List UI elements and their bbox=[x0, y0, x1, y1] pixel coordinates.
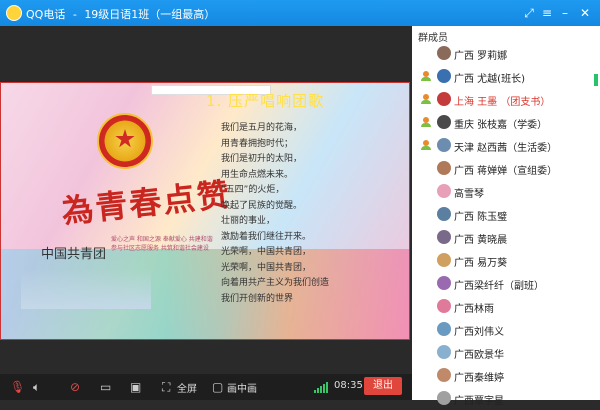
user-camera-icon bbox=[421, 71, 432, 81]
app-name: QQ电话 bbox=[26, 8, 66, 21]
camera-off-icon[interactable]: ⊘ bbox=[70, 379, 80, 395]
picture-in-picture-button[interactable]: 画中画 bbox=[227, 380, 257, 395]
signal-strength-icon bbox=[314, 381, 330, 393]
avatar bbox=[437, 230, 451, 244]
avatar bbox=[437, 276, 451, 290]
avatar bbox=[437, 69, 451, 83]
presenter-icon[interactable]: ▣ bbox=[130, 379, 141, 395]
member-name: 广西 陈玉璧 bbox=[454, 212, 508, 223]
slide-calligraphy: 為青春点赞 bbox=[59, 175, 233, 231]
screen-share-icon[interactable]: ▭ bbox=[100, 379, 111, 395]
avatar bbox=[437, 138, 451, 152]
member-name: 广西 罗莉娜 bbox=[454, 51, 508, 62]
shared-screen-slide: 1. 压严唱响团歌 為青春点赞 中国共青团 爱心之声 和国之源 奉献爱心 共建和… bbox=[0, 82, 410, 340]
member-row[interactable]: 高雪琴 bbox=[412, 180, 600, 203]
member-name: 天津 赵西茜（生活委） bbox=[454, 143, 558, 154]
group-members-panel: 群成员 广西 罗莉娜 广西 尤越(班长) 上海 王墨 （团支书） 重庆 张枝嘉（学委）… bbox=[412, 26, 600, 407]
slide-headline: 1. 压严唱响团歌 bbox=[206, 92, 325, 110]
poem-line: “五四”的火炬， bbox=[221, 185, 285, 195]
poem-line: 用生命点燃未来。 bbox=[221, 169, 294, 180]
member-row[interactable]: 广西覃宇星 bbox=[412, 387, 600, 410]
member-row[interactable]: 广西 易万葵 bbox=[412, 249, 600, 272]
fullscreen-button[interactable]: 全屏 bbox=[177, 380, 197, 395]
member-name: 广西秦维婷 bbox=[454, 373, 504, 384]
settings-icon[interactable]: ≡ bbox=[538, 4, 556, 22]
call-duration: 08:35 bbox=[334, 380, 363, 391]
slide-corp-name: 中国共青团 bbox=[41, 247, 107, 262]
avatar bbox=[437, 322, 451, 336]
qq-call-window: QQ电话 - 19级日语1班（一组最高） ⤢ ≡ – ✕ 1. 压严唱响团歌 為… bbox=[0, 0, 600, 407]
title-separator: - bbox=[72, 8, 77, 21]
qq-logo-icon bbox=[6, 5, 22, 21]
poem-line: 用青春拥抱时代； bbox=[221, 138, 294, 149]
avatar bbox=[437, 368, 451, 382]
poem-line: 唤起了民族的觉醒。 bbox=[221, 200, 303, 211]
member-name: 重庆 张枝嘉（学委） bbox=[454, 120, 548, 131]
member-name: 广西林雨 bbox=[454, 304, 494, 315]
exit-call-button[interactable]: 退出 bbox=[364, 377, 402, 395]
member-name: 广西 蒋婵婵（宣组委） bbox=[454, 166, 558, 177]
member-name: 广西梁纤纤（副班） bbox=[454, 281, 544, 292]
expand-icon[interactable]: ⤢ bbox=[520, 4, 538, 22]
poem-line: 壮丽的事业， bbox=[221, 216, 276, 226]
user-camera-icon bbox=[421, 140, 432, 150]
avatar bbox=[437, 46, 451, 60]
member-row[interactable]: 广西秦维婷 bbox=[412, 364, 600, 387]
poem-line: 光荣啊，中国共青团， bbox=[221, 247, 312, 257]
member-row[interactable]: 天津 赵西茜（生活委） bbox=[412, 134, 600, 157]
member-row[interactable]: 广西 蒋婵婵（宣组委） bbox=[412, 157, 600, 180]
avatar bbox=[437, 207, 451, 221]
group-name: 19级日语1班（一组最高） bbox=[84, 8, 216, 21]
avatar bbox=[437, 115, 451, 129]
member-name: 广西 尤越(班长) bbox=[454, 74, 525, 85]
member-name: 广西 易万葵 bbox=[454, 258, 508, 269]
member-row[interactable]: 广西 陈玉璧 bbox=[412, 203, 600, 226]
speaker-icon[interactable]: 🔈︎ bbox=[33, 379, 40, 395]
member-name: 广西欧景华 bbox=[454, 350, 504, 361]
avatar bbox=[437, 345, 451, 359]
member-name: 上海 王墨 （团支书） bbox=[454, 97, 551, 108]
poem-line: 我们开创新的世界 bbox=[221, 293, 294, 304]
slide-sub-text: 爱心之声 和国之源 奉献爱心 共建和谐 参与社区志愿服务 共筑和谐社会建设 bbox=[111, 235, 213, 253]
call-control-bar: 🎙︎ 🔈︎ ⊘ ▭ ▣ ⛶ 全屏 ▢ 画中画 08:35 退出 bbox=[0, 374, 412, 400]
user-camera-icon bbox=[421, 117, 432, 127]
member-row[interactable]: 上海 王墨 （团支书） bbox=[412, 88, 600, 111]
poem-line: 我们是五月的花海， bbox=[221, 123, 303, 133]
slide-poem: 我们是五月的花海， 用青春拥抱时代； 我们是初升的太阳， 用生命点燃未来。 “五… bbox=[221, 121, 329, 307]
fullscreen-icon[interactable]: ⛶ bbox=[162, 379, 170, 395]
avatar bbox=[437, 253, 451, 267]
avatar bbox=[437, 184, 451, 198]
member-row[interactable]: 广西梁纤纤（副班） bbox=[412, 272, 600, 295]
mic-muted-icon[interactable]: 🎙︎ bbox=[10, 379, 25, 395]
avatar bbox=[437, 92, 451, 106]
member-row[interactable]: 广西欧景华 bbox=[412, 341, 600, 364]
title-bar: QQ电话 - 19级日语1班（一组最高） ⤢ ≡ – ✕ bbox=[0, 0, 600, 26]
member-row[interactable]: 广西 黄晓晨 bbox=[412, 226, 600, 249]
city-skyline-image bbox=[21, 269, 151, 309]
user-camera-icon bbox=[421, 94, 432, 104]
slide-sub-line: 参与社区志愿服务 共筑和谐社会建设 bbox=[111, 245, 209, 252]
member-name: 高雪琴 bbox=[454, 189, 484, 200]
member-row[interactable]: 广西 罗莉娜 bbox=[412, 42, 600, 65]
minimize-icon[interactable]: – bbox=[556, 4, 574, 22]
poem-line: 我们是初升的太阳， bbox=[221, 154, 303, 164]
member-row[interactable]: 广西林雨 bbox=[412, 295, 600, 318]
poem-line: 光荣啊，中国共青团， bbox=[221, 262, 312, 273]
video-area[interactable]: 1. 压严唱响团歌 為青春点赞 中国共青团 爱心之声 和国之源 奉献爱心 共建和… bbox=[0, 26, 412, 374]
picture-in-picture-icon[interactable]: ▢ bbox=[212, 379, 223, 395]
poem-line: 激励着我们继往开来。 bbox=[221, 231, 312, 242]
poem-line: 向着用共产主义为我们创造 bbox=[221, 278, 330, 288]
member-row[interactable]: 广西 尤越(班长) bbox=[412, 65, 600, 88]
youth-league-emblem-icon bbox=[97, 113, 153, 169]
member-row[interactable]: 重庆 张枝嘉（学委） bbox=[412, 111, 600, 134]
avatar bbox=[437, 391, 451, 405]
member-name: 广西刘伟义 bbox=[454, 327, 504, 338]
slide-sub-line: 爱心之声 和国之源 奉献爱心 共建和谐 bbox=[111, 236, 213, 243]
member-row[interactable]: 广西刘伟义 bbox=[412, 318, 600, 341]
member-name: 广西 黄晓晨 bbox=[454, 235, 508, 246]
avatar bbox=[437, 161, 451, 175]
avatar bbox=[437, 299, 451, 313]
window-title: QQ电话 - 19级日语1班（一组最高） bbox=[26, 6, 219, 22]
close-icon[interactable]: ✕ bbox=[576, 4, 594, 22]
